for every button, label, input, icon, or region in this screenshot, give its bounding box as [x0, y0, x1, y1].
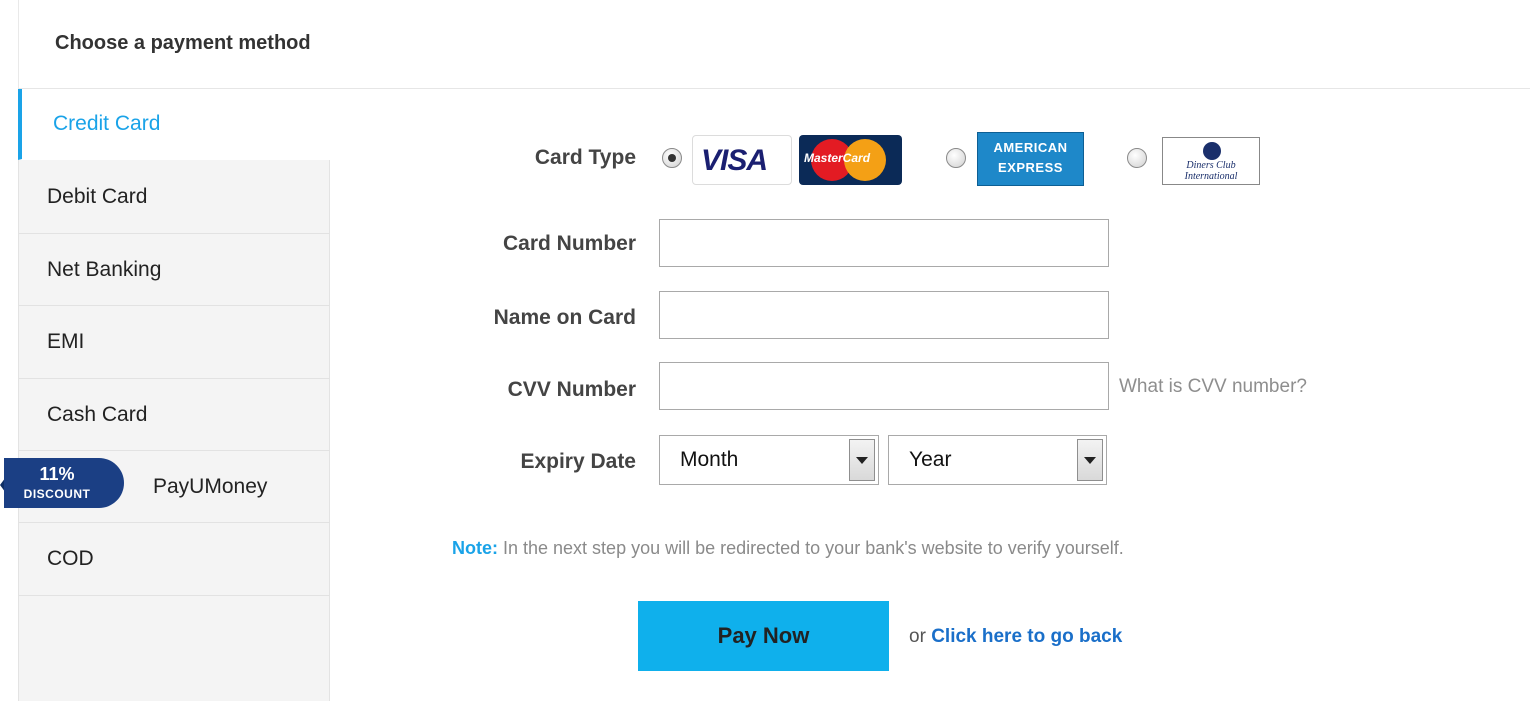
sidebar-item-label: Cash Card	[47, 402, 148, 426]
amex-logo-line-1: AMERICAN	[993, 140, 1068, 155]
redirect-note: Note: In the next step you will be redir…	[452, 538, 1124, 559]
chevron-down-icon[interactable]	[1077, 439, 1103, 481]
discount-badge: 11% DISCOUNT	[0, 458, 124, 512]
sidebar-item-label: EMI	[47, 330, 85, 353]
note-prefix: Note:	[452, 538, 498, 558]
visa-logo-icon: VISA	[692, 135, 792, 185]
sidebar-item-credit-card[interactable]: Credit Card	[18, 89, 331, 160]
sidebar-item-net-banking[interactable]: Net Banking	[19, 234, 330, 306]
diners-club-logo-icon: Diners Club International	[1162, 137, 1260, 185]
chevron-down-icon[interactable]	[849, 439, 875, 481]
page-header: Choose a payment method	[18, 0, 1530, 89]
diners-club-circle	[1203, 142, 1221, 160]
card-type-radio-visa-mastercard[interactable]	[662, 148, 682, 168]
card-type-radio-amex[interactable]	[946, 148, 966, 168]
mastercard-logo-icon: MasterCard	[799, 135, 902, 185]
discount-word: DISCOUNT	[23, 487, 91, 501]
go-back-text: or Click here to go back	[909, 626, 1122, 648]
amex-logo-line-2: EXPRESS	[998, 160, 1063, 175]
diners-club-line-2: International	[1184, 171, 1238, 182]
sidebar-item-cash-card[interactable]: Cash Card	[19, 379, 330, 451]
sidebar-item-debit-card[interactable]: Debit Card	[19, 160, 330, 234]
card-type-radio-diners[interactable]	[1127, 148, 1147, 168]
go-back-prefix: or	[909, 626, 932, 647]
cvv-number-label: CVV Number	[507, 378, 636, 401]
expiry-month-value: Month	[680, 448, 739, 471]
payment-method-sidebar: Credit Card Debit Card Net Banking EMI C…	[18, 89, 331, 701]
name-on-card-input[interactable]	[659, 291, 1109, 339]
card-type-label: Card Type	[534, 146, 636, 169]
expiry-year-select[interactable]: Year	[888, 435, 1107, 485]
sidebar-item-label: Credit Card	[53, 112, 161, 135]
expiry-date-label: Expiry Date	[520, 450, 636, 473]
expiry-year-value: Year	[909, 448, 952, 471]
cvv-help-link[interactable]: What is CVV number?	[1119, 376, 1307, 398]
sidebar-item-label: Net Banking	[47, 257, 162, 281]
diners-club-line-1: Diners Club	[1186, 160, 1236, 171]
badge-body: 11% DISCOUNT	[4, 458, 124, 508]
pay-now-button[interactable]: Pay Now	[638, 601, 889, 671]
amex-logo-icon: AMERICAN EXPRESS	[977, 132, 1084, 186]
sidebar-item-label: COD	[47, 547, 94, 570]
note-text: In the next step you will be redirected …	[498, 538, 1124, 558]
card-number-input[interactable]	[659, 219, 1109, 267]
mastercard-logo-text: MasterCard	[804, 151, 871, 165]
card-number-label: Card Number	[502, 232, 636, 255]
sidebar-item-label: PayUMoney	[153, 474, 268, 498]
name-on-card-label: Name on Card	[493, 306, 636, 329]
payment-page: Choose a payment method Credit Card Debi…	[0, 0, 1530, 701]
discount-percent: 11%	[39, 464, 75, 484]
sidebar-item-label: Debit Card	[47, 184, 148, 208]
expiry-month-select[interactable]: Month	[659, 435, 879, 485]
sidebar-item-emi[interactable]: EMI	[19, 306, 330, 379]
go-back-link[interactable]: Click here to go back	[931, 626, 1122, 647]
page-title: Choose a payment method	[55, 32, 311, 54]
visa-logo-text: VISA	[701, 144, 768, 177]
cvv-number-input[interactable]	[659, 362, 1109, 410]
sidebar-item-cod[interactable]: COD	[19, 523, 330, 596]
